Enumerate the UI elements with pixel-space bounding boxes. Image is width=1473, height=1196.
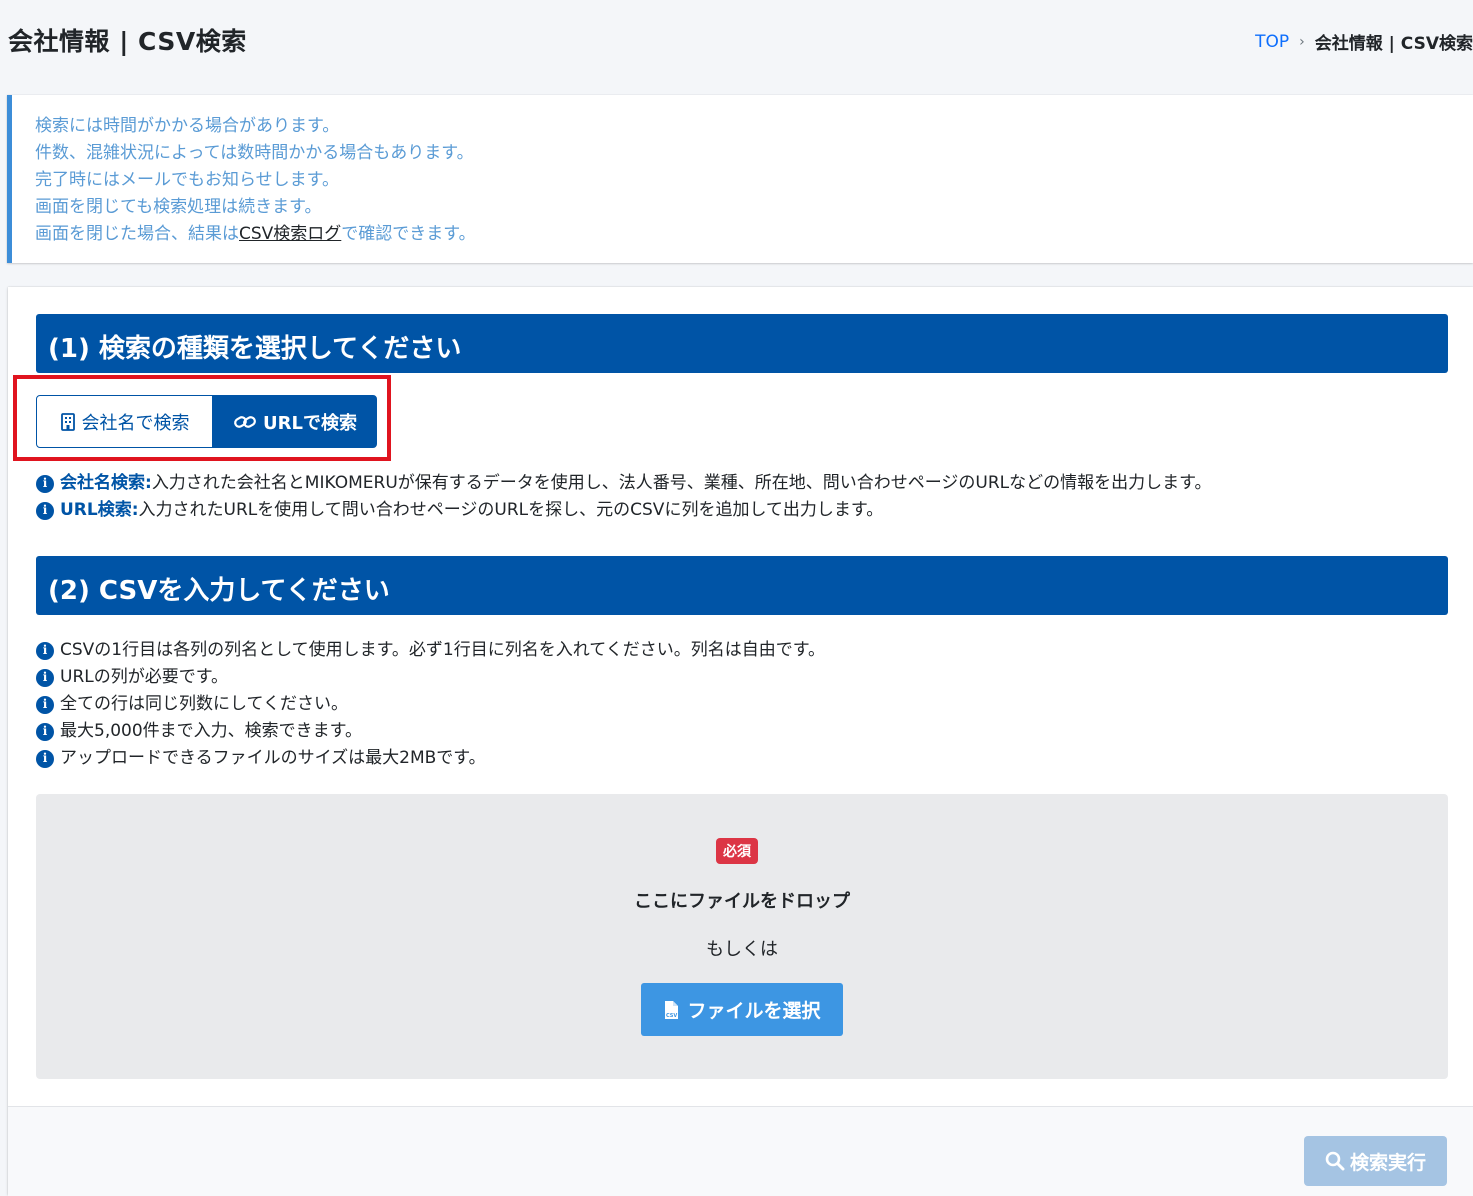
notice-line: 完了時にはメールでもお知らせします。 [35, 170, 339, 190]
choose-file-button[interactable]: CSV ファイルを選択 [641, 983, 843, 1036]
url-search-button[interactable]: URLで検索 [213, 395, 377, 448]
csv-info-item: i アップロードできるファイルのサイズは最大2MBです。 [36, 745, 486, 772]
csv-file-icon: CSV [665, 1000, 679, 1019]
csv-info-text: アップロードできるファイルのサイズは最大2MBです。 [60, 748, 486, 768]
csv-info-text: CSVの1行目は各列の列名として使用します。必ず1行目に列名を入れてください。列… [60, 640, 825, 660]
search-card: (1) 検索の種類を選択してください 会社名で検索 URLで検索 i 会社名検索… [8, 287, 1473, 1196]
notice-text: 画面を閉じた場合、結果は [35, 224, 239, 244]
dropzone-title: ここにファイルをドロップ [634, 891, 850, 912]
page-title: 会社情報 | CSV検索 [8, 27, 247, 56]
breadcrumb: TOP › 会社情報 | CSV検索 [1255, 29, 1473, 55]
info-icon: i [36, 501, 54, 520]
info-sep: : [145, 473, 152, 493]
choose-file-label: ファイルを選択 [687, 1000, 821, 1022]
info-icon: i [36, 641, 54, 660]
info-icon: i [36, 749, 54, 768]
notice-line: 画面を閉じても検索処理は続きます。 [35, 197, 322, 217]
execute-search-label: 検索実行 [1349, 1151, 1426, 1174]
notice-text: で確認できます。 [341, 224, 476, 244]
company-search-label: 会社名で検索 [81, 412, 190, 434]
info-icon: i [36, 474, 54, 493]
dropzone-or: もしくは [706, 939, 778, 960]
required-badge: 必須 [716, 838, 758, 864]
card-footer: 検索実行 [8, 1106, 1473, 1196]
csv-info-item: i CSVの1行目は各列の列名として使用します。必ず1行目に列名を入れてください。… [36, 637, 825, 664]
csv-info-text: URLの列が必要です。 [60, 667, 229, 687]
info-text: 入力されたURLを使用して問い合わせページのURLを探し、元のCSVに列を追加し… [138, 500, 884, 520]
svg-text:CSV: CSV [666, 1013, 677, 1019]
notice-line: 件数、混雑状況によっては数時間かかる場合もあります。 [35, 143, 474, 163]
info-text: 入力された会社名とMIKOMERUが保有するデータを使用し、法人番号、業種、所在… [151, 473, 1212, 493]
url-search-label: URLで検索 [263, 412, 357, 434]
building-icon [60, 412, 75, 431]
content-header: 会社情報 | CSV検索 TOP › 会社情報 | CSV検索 [0, 0, 1473, 80]
notice-line: 検索には時間がかかる場合があります。 [35, 116, 340, 136]
breadcrumb-separator: › [1299, 33, 1305, 50]
info-icon: i [36, 695, 54, 714]
file-dropzone[interactable]: 必須 ここにファイルをドロップ もしくは CSV ファイルを選択 [36, 794, 1448, 1079]
info-url-search: i URL検索 : 入力されたURLを使用して問い合わせページのURLを探し、元… [36, 497, 883, 524]
notice-line: 画面を閉じた場合、結果はCSV検索ログで確認できます。 [35, 221, 1473, 248]
info-term: URL検索 [60, 500, 132, 520]
breadcrumb-current: 会社情報 | CSV検索 [1314, 34, 1473, 54]
csv-info-text: 全ての行は同じ列数にしてください。 [60, 694, 348, 714]
info-icon: i [36, 722, 54, 741]
csv-info-text: 最大5,000件まで入力、検索できます。 [60, 721, 362, 741]
company-search-button[interactable]: 会社名で検索 [36, 395, 213, 448]
step2-heading: (2) CSVを入力してください [36, 556, 1448, 615]
link-icon [234, 415, 256, 428]
search-type-toggle: 会社名で検索 URLで検索 [36, 395, 377, 448]
csv-info-item: i URLの列が必要です。 [36, 664, 228, 691]
csv-search-log-link[interactable]: CSV検索ログ [239, 224, 341, 244]
info-company-search: i 会社名検索 : 入力された会社名とMIKOMERUが保有するデータを使用し、… [36, 470, 1211, 497]
info-sep: : [131, 500, 139, 520]
breadcrumb-top-link[interactable]: TOP [1255, 32, 1289, 52]
step1-heading: (1) 検索の種類を選択してください [36, 314, 1448, 373]
csv-info-item: i 最大5,000件まで入力、検索できます。 [36, 718, 362, 745]
csv-info-item: i 全ての行は同じ列数にしてください。 [36, 691, 348, 718]
info-term: 会社名検索 [60, 473, 145, 493]
info-callout: 検索には時間がかかる場合があります。 件数、混雑状況によっては数時間かかる場合も… [7, 95, 1473, 263]
info-icon: i [36, 668, 54, 687]
execute-search-button[interactable]: 検索実行 [1304, 1136, 1447, 1186]
search-icon [1325, 1151, 1345, 1171]
